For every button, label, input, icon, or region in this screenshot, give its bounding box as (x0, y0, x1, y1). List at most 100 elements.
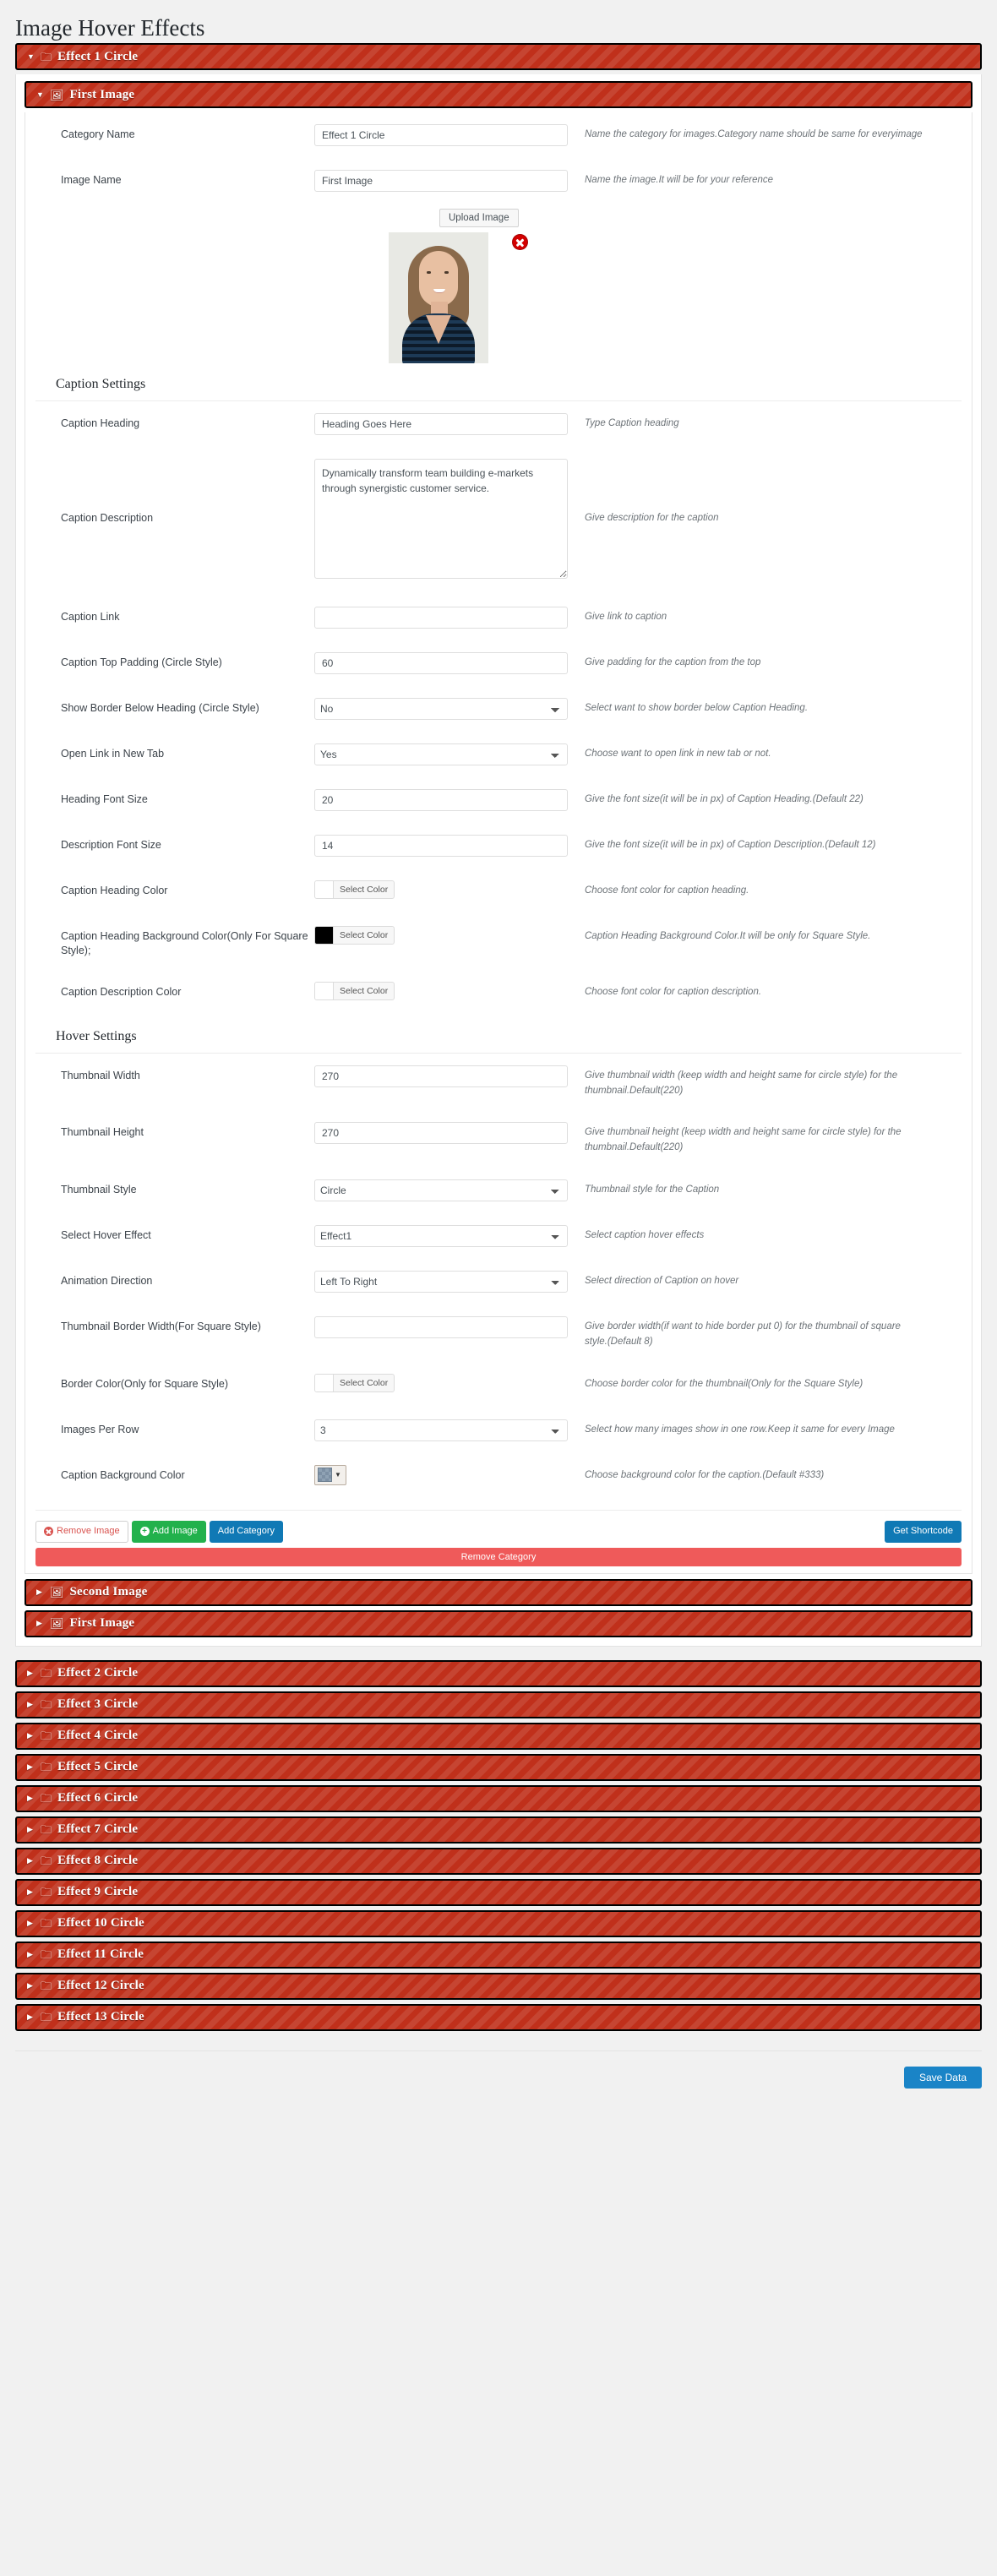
field-control (314, 170, 568, 193)
chevron-down-icon: ▼ (36, 90, 44, 99)
category-header-effect-6-circle[interactable]: ▶ 🗀 Effect 6 Circle (15, 1784, 982, 1812)
images-per-row-select[interactable]: 3 (314, 1419, 568, 1441)
border-color-picker[interactable]: Select Color (314, 1373, 395, 1392)
category-header-effect-7-circle[interactable]: ▶ 🗀 Effect 7 Circle (15, 1816, 982, 1844)
category-header-effect-10-circle[interactable]: ▶ 🗀 Effect 10 Circle (15, 1909, 982, 1937)
image-header-first-image-collapsed[interactable]: ▶ 🖼 First Image (25, 1609, 972, 1637)
folder-icon: 🗀 (41, 1729, 52, 1743)
chevron-right-icon: ▶ (36, 1588, 42, 1597)
image-name-input[interactable] (314, 170, 568, 193)
heading-font-size-input[interactable] (314, 789, 568, 812)
caption-top-padding-input[interactable] (314, 652, 568, 675)
category-header-label: Effect 12 Circle (57, 1979, 144, 1993)
category-header-label: Effect 5 Circle (57, 1760, 139, 1774)
field-label: Caption Description Color (61, 985, 182, 998)
caption-heading-bg-color-picker[interactable]: Select Color (314, 926, 395, 945)
field-label: Thumbnail Height (61, 1126, 144, 1139)
folder-icon: 🗀 (41, 1854, 52, 1868)
thumbnail-style-select[interactable]: Circle (314, 1179, 568, 1202)
field-help: Choose border color for the thumbnail(On… (585, 1378, 864, 1389)
category-header-effect-11-circle[interactable]: ▶ 🗀 Effect 11 Circle (15, 1941, 982, 1969)
upload-area: Upload Image (35, 204, 962, 364)
category-header-label: Effect 2 Circle (57, 1666, 139, 1680)
category-header-label: Effect 6 Circle (57, 1791, 139, 1805)
field-help: Select how many images show in one row.K… (585, 1424, 895, 1435)
category-header-effect-2-circle[interactable]: ▶ 🗀 Effect 2 Circle (15, 1659, 982, 1687)
category-header-effect-13-circle[interactable]: ▶ 🗀 Effect 13 Circle (15, 2003, 982, 2031)
field-control: Circle (314, 1179, 568, 1202)
select-hover-effect-select[interactable]: Effect1 (314, 1225, 568, 1248)
thumbnail-width-input[interactable] (314, 1065, 568, 1087)
caption-description-textarea[interactable]: Dynamically transform team building e-ma… (314, 459, 568, 580)
chevron-down-icon: ▼ (27, 52, 35, 61)
caption-heading-color-picker[interactable]: Select Color (314, 880, 395, 900)
category-header-effect-8-circle[interactable]: ▶ 🗀 Effect 8 Circle (15, 1847, 982, 1875)
category-header-effect-4-circle[interactable]: ▶ 🗀 Effect 4 Circle (15, 1722, 982, 1750)
category-header-label: Effect 3 Circle (57, 1697, 139, 1712)
action-button-bar: Remove Image + Add Image Add Category Ge… (35, 1511, 962, 1543)
category-header-effect-5-circle[interactable]: ▶ 🗀 Effect 5 Circle (15, 1753, 982, 1781)
field-label: Caption Background Color (61, 1468, 185, 1481)
field-row-image-name: Image Name Name the image.It will be for… (35, 158, 962, 204)
chevron-right-icon: ▶ (27, 1794, 33, 1803)
category-header-effect-3-circle[interactable]: ▶ 🗀 Effect 3 Circle (15, 1691, 982, 1718)
field-control: Select Color (314, 880, 568, 902)
color-picker-label: Select Color (340, 885, 389, 896)
upload-image-button[interactable]: Upload Image (439, 209, 519, 228)
category-header-effect-9-circle[interactable]: ▶ 🗀 Effect 9 Circle (15, 1878, 982, 1906)
field-label: Caption Top Padding (Circle Style) (61, 656, 222, 669)
caption-description-color-picker[interactable]: Select Color (314, 981, 395, 1000)
field-help: Give padding for the caption from the to… (585, 657, 761, 668)
caption-heading-input[interactable] (314, 413, 568, 436)
get-shortcode-button[interactable]: Get Shortcode (885, 1521, 962, 1543)
category-header-label: Effect 8 Circle (57, 1854, 139, 1868)
field-help: Select caption hover effects (585, 1230, 705, 1241)
thumbnail-border-width-input[interactable] (314, 1316, 568, 1339)
color-swatch (315, 1374, 334, 1391)
category-header-effect-1-circle[interactable]: ▼ 🗀 Effect 1 Circle (15, 43, 982, 71)
chevron-right-icon: ▶ (27, 1731, 33, 1740)
field-label: Caption Heading Color (61, 885, 168, 897)
folder-icon: 🗀 (41, 1761, 52, 1774)
chevron-right-icon: ▶ (27, 1919, 33, 1928)
thumbnail-height-input[interactable] (314, 1122, 568, 1145)
category-name-input[interactable] (314, 124, 568, 147)
field-help: Give thumbnail width (keep width and hei… (585, 1070, 898, 1096)
hover-settings-heading: Hover Settings (35, 1016, 962, 1054)
delete-circle-icon[interactable] (513, 235, 527, 250)
field-help: Select direction of Caption on hover (585, 1276, 739, 1287)
category-header-label: Effect 4 Circle (57, 1729, 139, 1743)
image-header-second-image[interactable]: ▶ 🖼 Second Image (25, 1578, 972, 1606)
field-row-thumbnail-width: Thumbnail Width Give thumbnail width (ke… (35, 1054, 962, 1111)
caption-link-input[interactable] (314, 607, 568, 629)
image-header-first-image[interactable]: ▼ 🖼 First Image (25, 81, 972, 109)
category-header-effect-12-circle[interactable]: ▶ 🗀 Effect 12 Circle (15, 1972, 982, 2000)
field-row-heading-font-size: Heading Font Size Give the font size(it … (35, 777, 962, 823)
field-label: Thumbnail Style (61, 1184, 137, 1196)
field-help: Thumbnail style for the Caption (585, 1185, 720, 1195)
footer-divider (15, 2050, 982, 2051)
remove-category-button[interactable]: Remove Category (35, 1547, 962, 1566)
caption-background-color-picker[interactable]: ▼ (314, 1464, 346, 1485)
caption-settings-heading: Caption Settings (35, 363, 962, 402)
field-label: Caption Description (61, 512, 154, 525)
open-link-new-tab-select[interactable]: Yes (314, 743, 568, 766)
field-row-images-per-row: Images Per Row 3 Select how many images … (35, 1408, 962, 1453)
color-swatch (315, 927, 334, 945)
animation-direction-select[interactable]: Left To Right (314, 1271, 568, 1293)
folder-icon: 🗀 (41, 1792, 52, 1805)
field-help: Choose font color for caption descriptio… (585, 986, 762, 997)
chevron-down-icon: ▼ (335, 1471, 341, 1479)
field-control (314, 789, 568, 812)
description-font-size-input[interactable] (314, 835, 568, 858)
add-category-button[interactable]: Add Category (209, 1521, 284, 1543)
field-help: Give the font size(it will be in px) of … (585, 840, 876, 851)
field-label: Category Name (61, 128, 135, 141)
field-label: Heading Font Size (61, 793, 148, 806)
folder-icon: 🗀 (41, 1980, 52, 1993)
folder-icon: 🗀 (41, 1698, 52, 1712)
add-image-button[interactable]: + Add Image (131, 1521, 206, 1543)
show-border-below-heading-select[interactable]: No (314, 698, 568, 721)
save-data-button[interactable]: Save Data (903, 2066, 982, 2089)
remove-image-button[interactable]: Remove Image (35, 1521, 128, 1543)
